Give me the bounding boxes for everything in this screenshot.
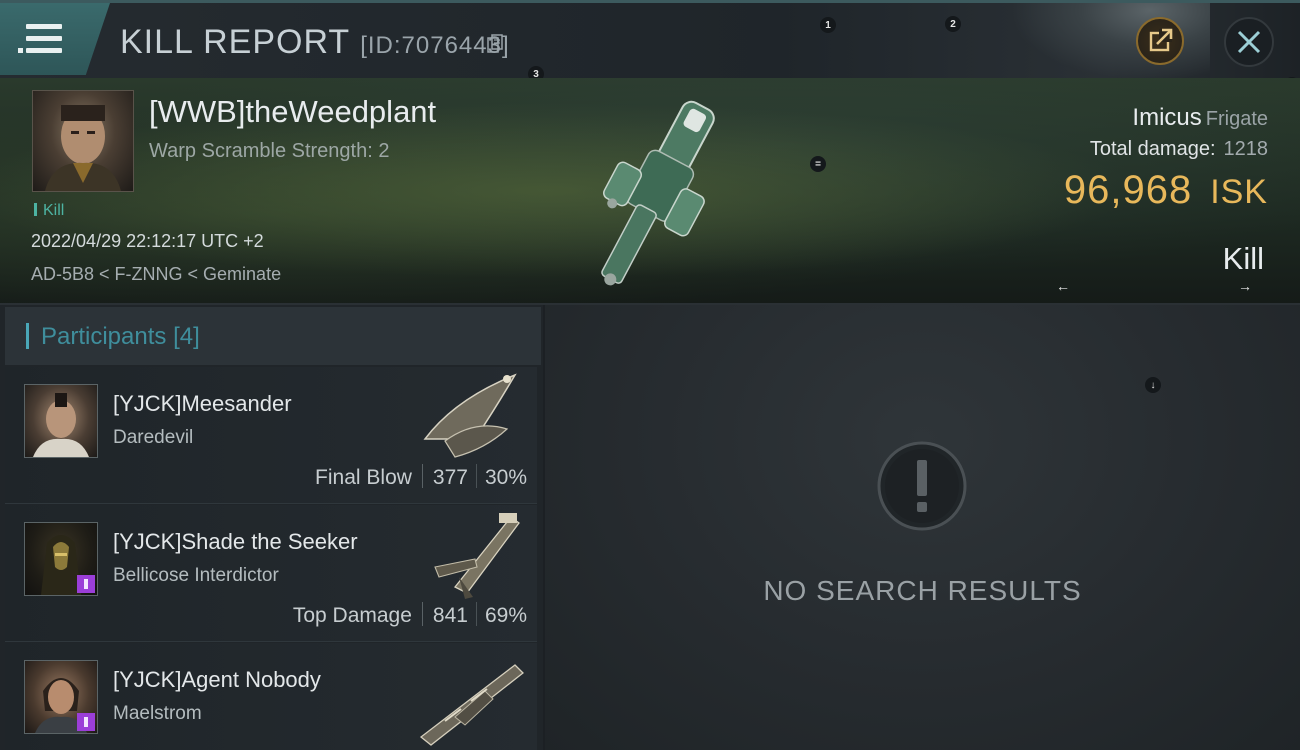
arrow-right-icon[interactable]: → xyxy=(1238,278,1252,294)
participant-ship-image[interactable] xyxy=(415,507,527,603)
total-damage: Total damage: 1218 xyxy=(1090,138,1268,161)
participant-percent: 69% xyxy=(484,604,527,627)
victim-portrait[interactable] xyxy=(32,90,134,192)
participants-title: Participants [4] xyxy=(41,323,200,351)
marker-equals: = xyxy=(810,156,826,172)
participant-portrait[interactable] xyxy=(24,522,98,596)
participant-ship: Bellicose Interdictor xyxy=(113,565,279,586)
stat-divider xyxy=(421,602,423,626)
participants-header[interactable]: Participants [4] xyxy=(5,307,541,365)
participant-name[interactable]: [YJCK]Agent Nobody xyxy=(113,667,321,693)
participant-ship: Daredevil xyxy=(113,427,194,448)
participants-accent xyxy=(26,323,29,349)
participant-ship-image[interactable] xyxy=(415,651,527,747)
close-button[interactable] xyxy=(1224,17,1274,67)
stat-divider xyxy=(475,602,477,626)
participants-panel: Participants [4] [YJCK]Meesander Daredev… xyxy=(0,305,543,750)
isk-amount: 96,968 xyxy=(1063,168,1193,212)
victim-face-image xyxy=(45,105,121,191)
participants-label: Participants xyxy=(41,323,167,350)
close-icon xyxy=(1237,30,1261,54)
victim-name[interactable]: [WWB]theWeedplant xyxy=(149,94,436,130)
participant-name[interactable]: [YJCK]Meesander xyxy=(113,391,292,417)
participant-row[interactable]: [YJCK]Meesander Daredevil Final Blow 377 3… xyxy=(5,367,537,504)
participant-row[interactable]: [YJCK]Agent Nobody Maelstrom xyxy=(5,643,537,750)
victim-ship-line: Imicus Frigate xyxy=(1132,104,1268,132)
results-panel: ↓ NO SEARCH RESULTS xyxy=(545,305,1300,750)
arrow-left-icon[interactable]: ← xyxy=(1056,278,1070,294)
participant-face-image xyxy=(33,393,89,457)
no-results-text: NO SEARCH RESULTS xyxy=(763,575,1082,606)
menu-button[interactable] xyxy=(0,3,110,75)
arrow-down-icon[interactable]: ↓ xyxy=(1145,377,1161,393)
victim-subtitle: Warp Scramble Strength: 2 xyxy=(149,140,390,162)
participant-role: Top Damage xyxy=(292,604,412,627)
page-title-text: KILL REPORT xyxy=(120,23,351,61)
copy-icon[interactable] xyxy=(487,34,503,54)
character-badge-icon xyxy=(77,575,95,593)
total-damage-value: 1218 xyxy=(1223,138,1269,160)
isk-value: 96,968 ISK xyxy=(1064,168,1268,213)
total-damage-label: Total damage: xyxy=(1089,138,1216,160)
participant-row[interactable]: [YJCK]Shade the Seeker Bellicose Interdi… xyxy=(5,505,537,642)
isk-unit: ISK xyxy=(1210,173,1268,211)
participants-count: [4] xyxy=(173,323,200,350)
page-title: KILL REPORT [ID:7076443] xyxy=(120,23,510,62)
participant-name[interactable]: [YJCK]Shade the Seeker xyxy=(113,529,358,555)
participant-damage: 841 xyxy=(432,604,468,627)
kill-tag: Kill xyxy=(34,202,64,220)
participant-stats: Top Damage 841 69% xyxy=(293,602,527,628)
participant-role: Final Blow xyxy=(315,466,412,489)
marker-1: 1 xyxy=(820,17,836,33)
victim-ship-class: Frigate xyxy=(1205,108,1268,130)
kill-label: Kill xyxy=(1222,241,1264,276)
kill-timestamp: 2022/04/29 22:12:17 UTC +2 xyxy=(31,231,264,251)
kill-banner: [WWB]theWeedplant Warp Scramble Strength… xyxy=(0,78,1300,305)
participant-percent: 30% xyxy=(484,466,527,489)
share-icon xyxy=(1149,28,1173,52)
victim-ship-image[interactable] xyxy=(570,84,740,299)
exclamation-icon xyxy=(877,441,967,531)
kill-location: AD-5B8 < F-ZNNG < Geminate xyxy=(31,264,282,284)
header-bar: KILL REPORT [ID:7076443] 1 2 xyxy=(0,0,1300,81)
participant-portrait[interactable] xyxy=(24,384,98,458)
participant-portrait[interactable] xyxy=(24,660,98,734)
participant-stats: Final Blow 377 30% xyxy=(315,464,527,490)
participant-ship-image[interactable] xyxy=(415,369,527,465)
share-button[interactable] xyxy=(1136,17,1184,65)
participant-damage: 377 xyxy=(432,466,468,489)
stat-divider xyxy=(421,464,423,488)
victim-ship-name[interactable]: Imicus xyxy=(1132,104,1201,131)
stat-divider xyxy=(475,464,477,488)
participant-ship: Maelstrom xyxy=(113,703,202,724)
character-badge-icon xyxy=(77,713,95,731)
marker-2: 2 xyxy=(945,16,961,32)
